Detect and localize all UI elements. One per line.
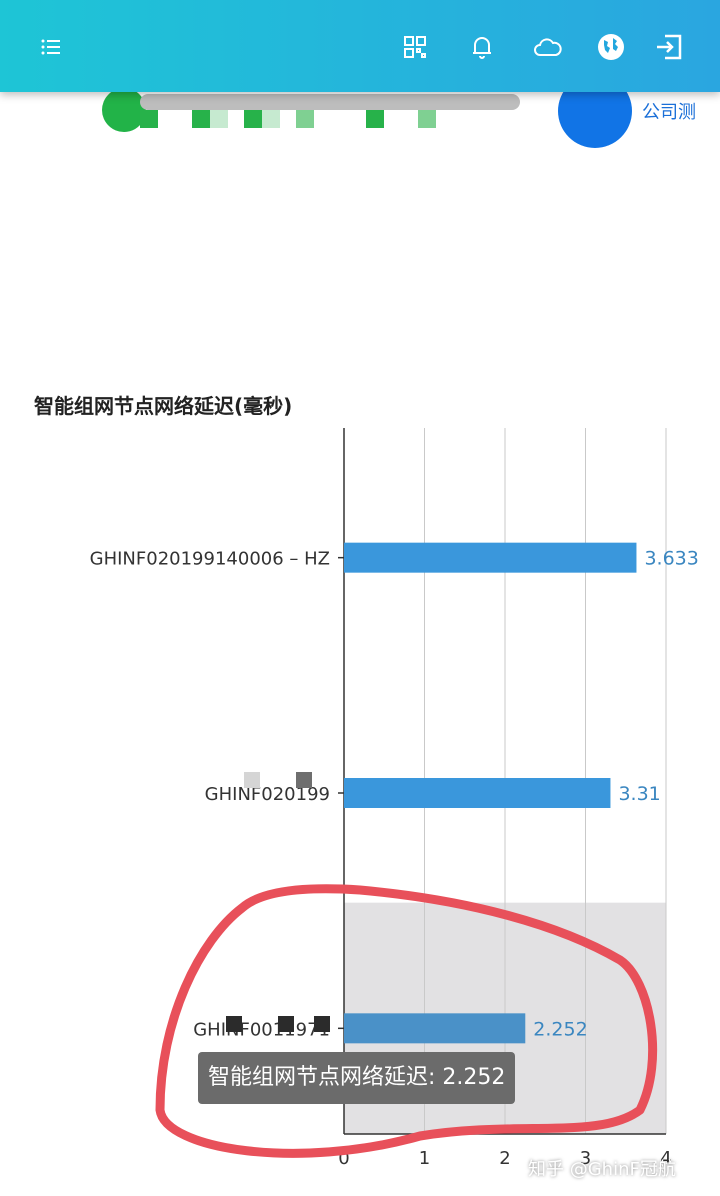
redaction-block — [244, 772, 260, 788]
value-label: 3.31 — [618, 783, 660, 805]
status-square — [366, 110, 384, 128]
status-square — [210, 110, 228, 128]
top-app-bar — [0, 0, 720, 92]
redaction-block — [278, 1016, 294, 1032]
category-label: GHINF0011971 — [193, 1019, 330, 1040]
redaction-block — [296, 772, 312, 788]
status-square — [296, 110, 314, 128]
redaction-block — [314, 1016, 330, 1032]
status-square — [192, 110, 210, 128]
company-link[interactable]: 公司测 — [642, 98, 720, 124]
bar[interactable] — [344, 542, 637, 573]
status-square — [140, 110, 158, 128]
redaction-block — [226, 1016, 242, 1032]
status-square — [262, 110, 280, 128]
bell-icon[interactable] — [465, 30, 499, 64]
value-label: 2.252 — [533, 1018, 587, 1040]
bar[interactable] — [344, 778, 611, 808]
exit-icon[interactable] — [652, 30, 686, 64]
status-square — [418, 110, 436, 128]
x-tick-label: 1 — [419, 1148, 430, 1169]
qr-code-icon[interactable] — [398, 30, 432, 64]
globe-icon[interactable] — [594, 30, 628, 64]
chart-tooltip: 智能组网节点网络延迟: 2.252 — [198, 1052, 516, 1104]
cloud-icon[interactable] — [531, 30, 565, 64]
category-label: GHINF020199140006 – HZ — [90, 549, 330, 570]
status-square — [244, 110, 262, 128]
chart-title: 智能组网节点网络延迟(毫秒) — [34, 394, 293, 418]
menu-icon[interactable] — [34, 30, 68, 64]
redacted-bar — [140, 94, 520, 110]
x-tick-label: 2 — [499, 1148, 510, 1169]
watermark: 知乎 @GhinF冠航 — [528, 1159, 676, 1180]
bar[interactable] — [344, 1013, 526, 1044]
value-label: 3.633 — [644, 548, 698, 570]
